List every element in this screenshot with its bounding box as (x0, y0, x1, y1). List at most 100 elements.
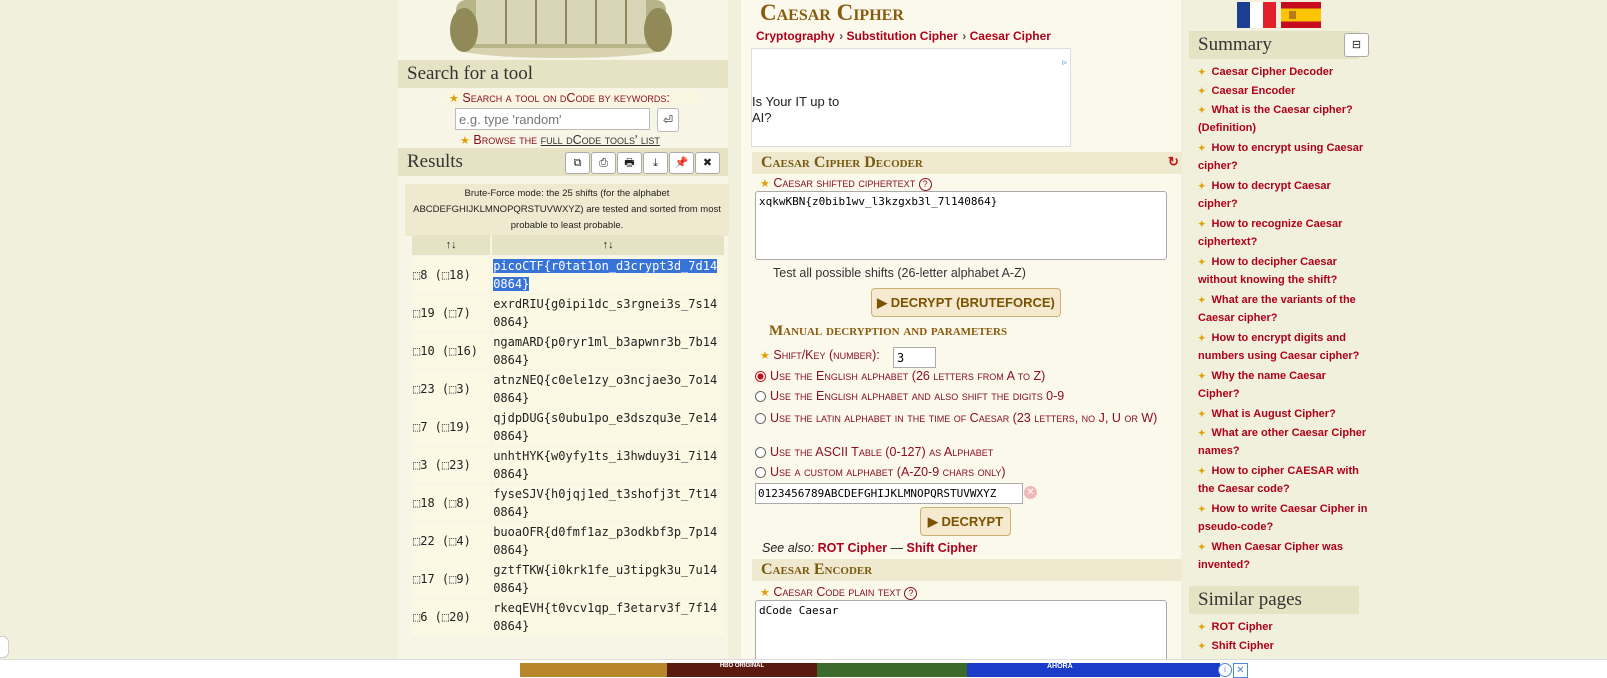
summary-item[interactable]: ✦ How to encrypt digits and numbers using… (1198, 329, 1368, 365)
export-button[interactable]: ⎙ (591, 152, 616, 174)
alphabet-option-custom[interactable]: Use a custom alphabet (A-Z0-9 chars only… (755, 465, 1006, 479)
pin-button[interactable]: 📌 (669, 152, 694, 174)
summary-item[interactable]: ✦ How to encrypt using Caesar cipher? (1198, 139, 1368, 175)
ciphertext-textarea[interactable]: xqkwKBN{z0bib1wv_l3kzgxb3l_7l140864} (755, 191, 1167, 260)
print-icon: 🖶 (624, 157, 635, 169)
summary-item[interactable]: ✦ How to decrypt Caesar cipher? (1198, 177, 1368, 213)
download-button[interactable]: ⤓ (643, 152, 668, 174)
bruteforce-note-text: Brute-Force mode: the 25 shifts (for the… (413, 188, 721, 231)
similar-item[interactable]: ✦ ROT Cipher (1198, 618, 1368, 636)
radio-unselected[interactable] (755, 413, 766, 424)
summary-item[interactable]: ✦ When Caesar Cipher was invented? (1198, 538, 1368, 574)
table-row[interactable]: ⬚18 (⬚8) fyseSJV{h0jqj1ed_t3shofj3t_7t14… (412, 485, 724, 521)
ad-close-icon[interactable]: ✕ (1233, 663, 1248, 678)
alphabet-option-latin[interactable]: Use the latin alphabet in the time of Ca… (755, 409, 1175, 427)
ciphertext-label: ★ Caesar shifted ciphertext ? (760, 176, 932, 191)
see-also-separator: — (890, 541, 904, 555)
table-row[interactable]: ⬚8 (⬚18) picoCTF{r0tat1on_d3crypt3d_7d14… (412, 257, 724, 293)
decoded-text-selected: picoCTF{r0tat1on_d3crypt3d_7d140864} (493, 259, 718, 291)
summary-toggle-button[interactable]: ⊟ (1344, 33, 1369, 57)
bottom-ad-banner[interactable]: HBO ORIGINAL AHORA (520, 663, 1220, 677)
table-row[interactable]: ⬚3 (⬚23) unhtHYK{w0yfy1ts_i3hwduy3i_7i14… (412, 447, 724, 483)
alphabet-option-label: Use the latin alphabet in the time of Ca… (770, 411, 1158, 425)
breadcrumb-caesar[interactable]: Caesar Cipher (970, 29, 1051, 43)
table-row[interactable]: ⬚7 (⬚19) qjdpDUG{s0ubu1po_e3dszqu3e_7e14… (412, 409, 724, 445)
shift-key: ⬚18 (⬚8) (412, 485, 491, 521)
results-table: ↑↓ ↑↓ ⬚8 (⬚18) picoCTF{r0tat1on_d3crypt3… (410, 233, 726, 637)
see-also-rot-link[interactable]: ROT Cipher (818, 541, 887, 555)
ad-box[interactable]: Is Your IT up to AI? ▹ (751, 48, 1071, 147)
ad-info-icon[interactable]: i (1218, 663, 1232, 677)
reset-icon[interactable]: ↻ (1168, 154, 1179, 170)
help-icon[interactable]: ? (904, 587, 918, 600)
sort-value-header[interactable]: ↑↓ (492, 235, 724, 255)
bullet-icon: ✦ (1198, 333, 1206, 343)
help-icon[interactable]: ? (918, 178, 932, 191)
radio-unselected[interactable] (755, 447, 766, 458)
ad-label-hbo: HBO ORIGINAL (667, 663, 817, 677)
summary-item[interactable]: ✦ What are other Caesar Cipher names? (1198, 424, 1368, 460)
table-row[interactable]: ⬚17 (⬚9) gztfTKW{i0krk1fe_u3tipgk3u_7u14… (412, 561, 724, 597)
close-results-button[interactable]: ✖ (695, 152, 720, 174)
page-title: Caesar Cipher (760, 0, 904, 26)
table-row[interactable]: ⬚23 (⬚3) atnzNEQ{c0ele1zy_o3ncjae3o_7o14… (412, 371, 724, 407)
bruteforce-note: Brute-Force mode: the 25 shifts (for the… (405, 184, 729, 236)
radio-selected[interactable] (755, 371, 766, 382)
decoded-text: atnzNEQ{c0ele1zy_o3ncjae3o_7o140864} (492, 371, 724, 407)
similar-item[interactable]: ✦ Shift Cipher (1198, 637, 1368, 655)
custom-alphabet-input[interactable] (755, 483, 1023, 504)
summary-item[interactable]: ✦ How to recognize Caesar ciphertext? (1198, 215, 1368, 251)
dcode-logo-image[interactable] (436, 0, 686, 58)
bottom-ad-tab-icon[interactable] (0, 636, 9, 658)
clear-icon[interactable]: ✕ (1024, 486, 1037, 499)
table-row[interactable]: ⬚22 (⬚4) buoaOFR{d0fmf1az_p3odkbf3p_7p14… (412, 523, 724, 559)
table-row[interactable]: ⬚6 (⬚20) rkeqEVH{t0vcv1qp_f3etarv3f_7f14… (412, 599, 724, 635)
summary-item[interactable]: ✦ How to decipher Caesar without knowing … (1198, 253, 1368, 289)
summary-item[interactable]: ✦ What are the variants of the Caesar cip… (1198, 291, 1368, 327)
summary-item[interactable]: ✦ Caesar Encoder (1198, 82, 1368, 100)
decoded-text: qjdpDUG{s0ubu1po_e3dszqu3e_7e140864} (492, 409, 724, 445)
flag-es-icon[interactable] (1281, 2, 1321, 28)
browse-tools-link[interactable]: full dCode tools' list (541, 133, 660, 147)
radio-unselected[interactable] (755, 391, 766, 402)
summary-item[interactable]: ✦ What is August Cipher? (1198, 405, 1368, 423)
summary-item-label: How to recognize Caesar ciphertext? (1198, 218, 1343, 248)
table-row[interactable]: ⬚19 (⬚7) exrdRIU{g0ipi1dc_s3rgnei3s_7s14… (412, 295, 724, 331)
summary-item[interactable]: ✦ How to cipher CAESAR with the Caesar co… (1198, 462, 1368, 498)
export-icon: ⎙ (599, 157, 608, 169)
ad-choices-icon[interactable]: ▹ (1062, 57, 1067, 68)
bullet-icon: ✦ (1198, 504, 1206, 514)
bullet-icon: ✦ (1198, 295, 1206, 305)
plaintext-label: ★ Caesar Code plain text ? (760, 585, 918, 600)
alphabet-option-ascii[interactable]: Use the ASCII Table (0-127) as Alphabet (755, 445, 993, 459)
similar-item-label: Shift Cipher (1211, 640, 1274, 652)
alphabet-option-english-digits[interactable]: Use the English alphabet and also shift … (755, 389, 1064, 403)
see-also-shift-link[interactable]: Shift Cipher (907, 541, 978, 555)
copy-button[interactable]: ⧉ (565, 152, 590, 174)
radio-unselected[interactable] (755, 467, 766, 478)
plaintext-label-text: Caesar Code plain text (773, 585, 901, 599)
search-input[interactable] (455, 108, 650, 130)
breadcrumb-cryptography[interactable]: Cryptography (756, 29, 835, 43)
decrypt-bruteforce-button[interactable]: ▶ DECRYPT (BRUTEFORCE) (871, 288, 1061, 317)
decrypt-button[interactable]: ▶ DECRYPT (920, 507, 1011, 536)
table-row[interactable]: ⬚10 (⬚16) ngamARD{p0ryr1ml_b3apwnr3b_7b1… (412, 333, 724, 369)
breadcrumb-substitution[interactable]: Substitution Cipher (846, 29, 957, 43)
summary-item[interactable]: ✦ Caesar Cipher Decoder (1198, 63, 1368, 81)
decrypt-label: ▶ DECRYPT (927, 514, 1004, 529)
print-button[interactable]: 🖶 (617, 152, 642, 174)
shift-input[interactable] (893, 347, 936, 368)
sort-key-header[interactable]: ↑↓ (412, 235, 491, 255)
summary-item[interactable]: ✦ How to write Caesar Cipher in pseudo-co… (1198, 500, 1368, 536)
plaintext-textarea[interactable]: dCode Caesar (755, 600, 1167, 662)
enter-icon: ⏎ (662, 113, 674, 127)
summary-item[interactable]: ✦ What is the Caesar cipher? (Definition) (1198, 101, 1368, 137)
flag-fr-icon[interactable] (1237, 2, 1276, 28)
similar-pages-title: Similar pages (1198, 589, 1302, 610)
manual-decryption-header: Manual decryption and parameters (769, 323, 1007, 340)
summary-item[interactable]: ✦ Why the name Caesar Cipher? (1198, 367, 1368, 403)
search-go-button[interactable]: ⏎ (657, 108, 679, 132)
copy-icon: ⧉ (573, 157, 582, 169)
alphabet-option-label: Use the English alphabet (26 letters fro… (770, 369, 1046, 383)
alphabet-option-english[interactable]: Use the English alphabet (26 letters fro… (755, 369, 1045, 383)
